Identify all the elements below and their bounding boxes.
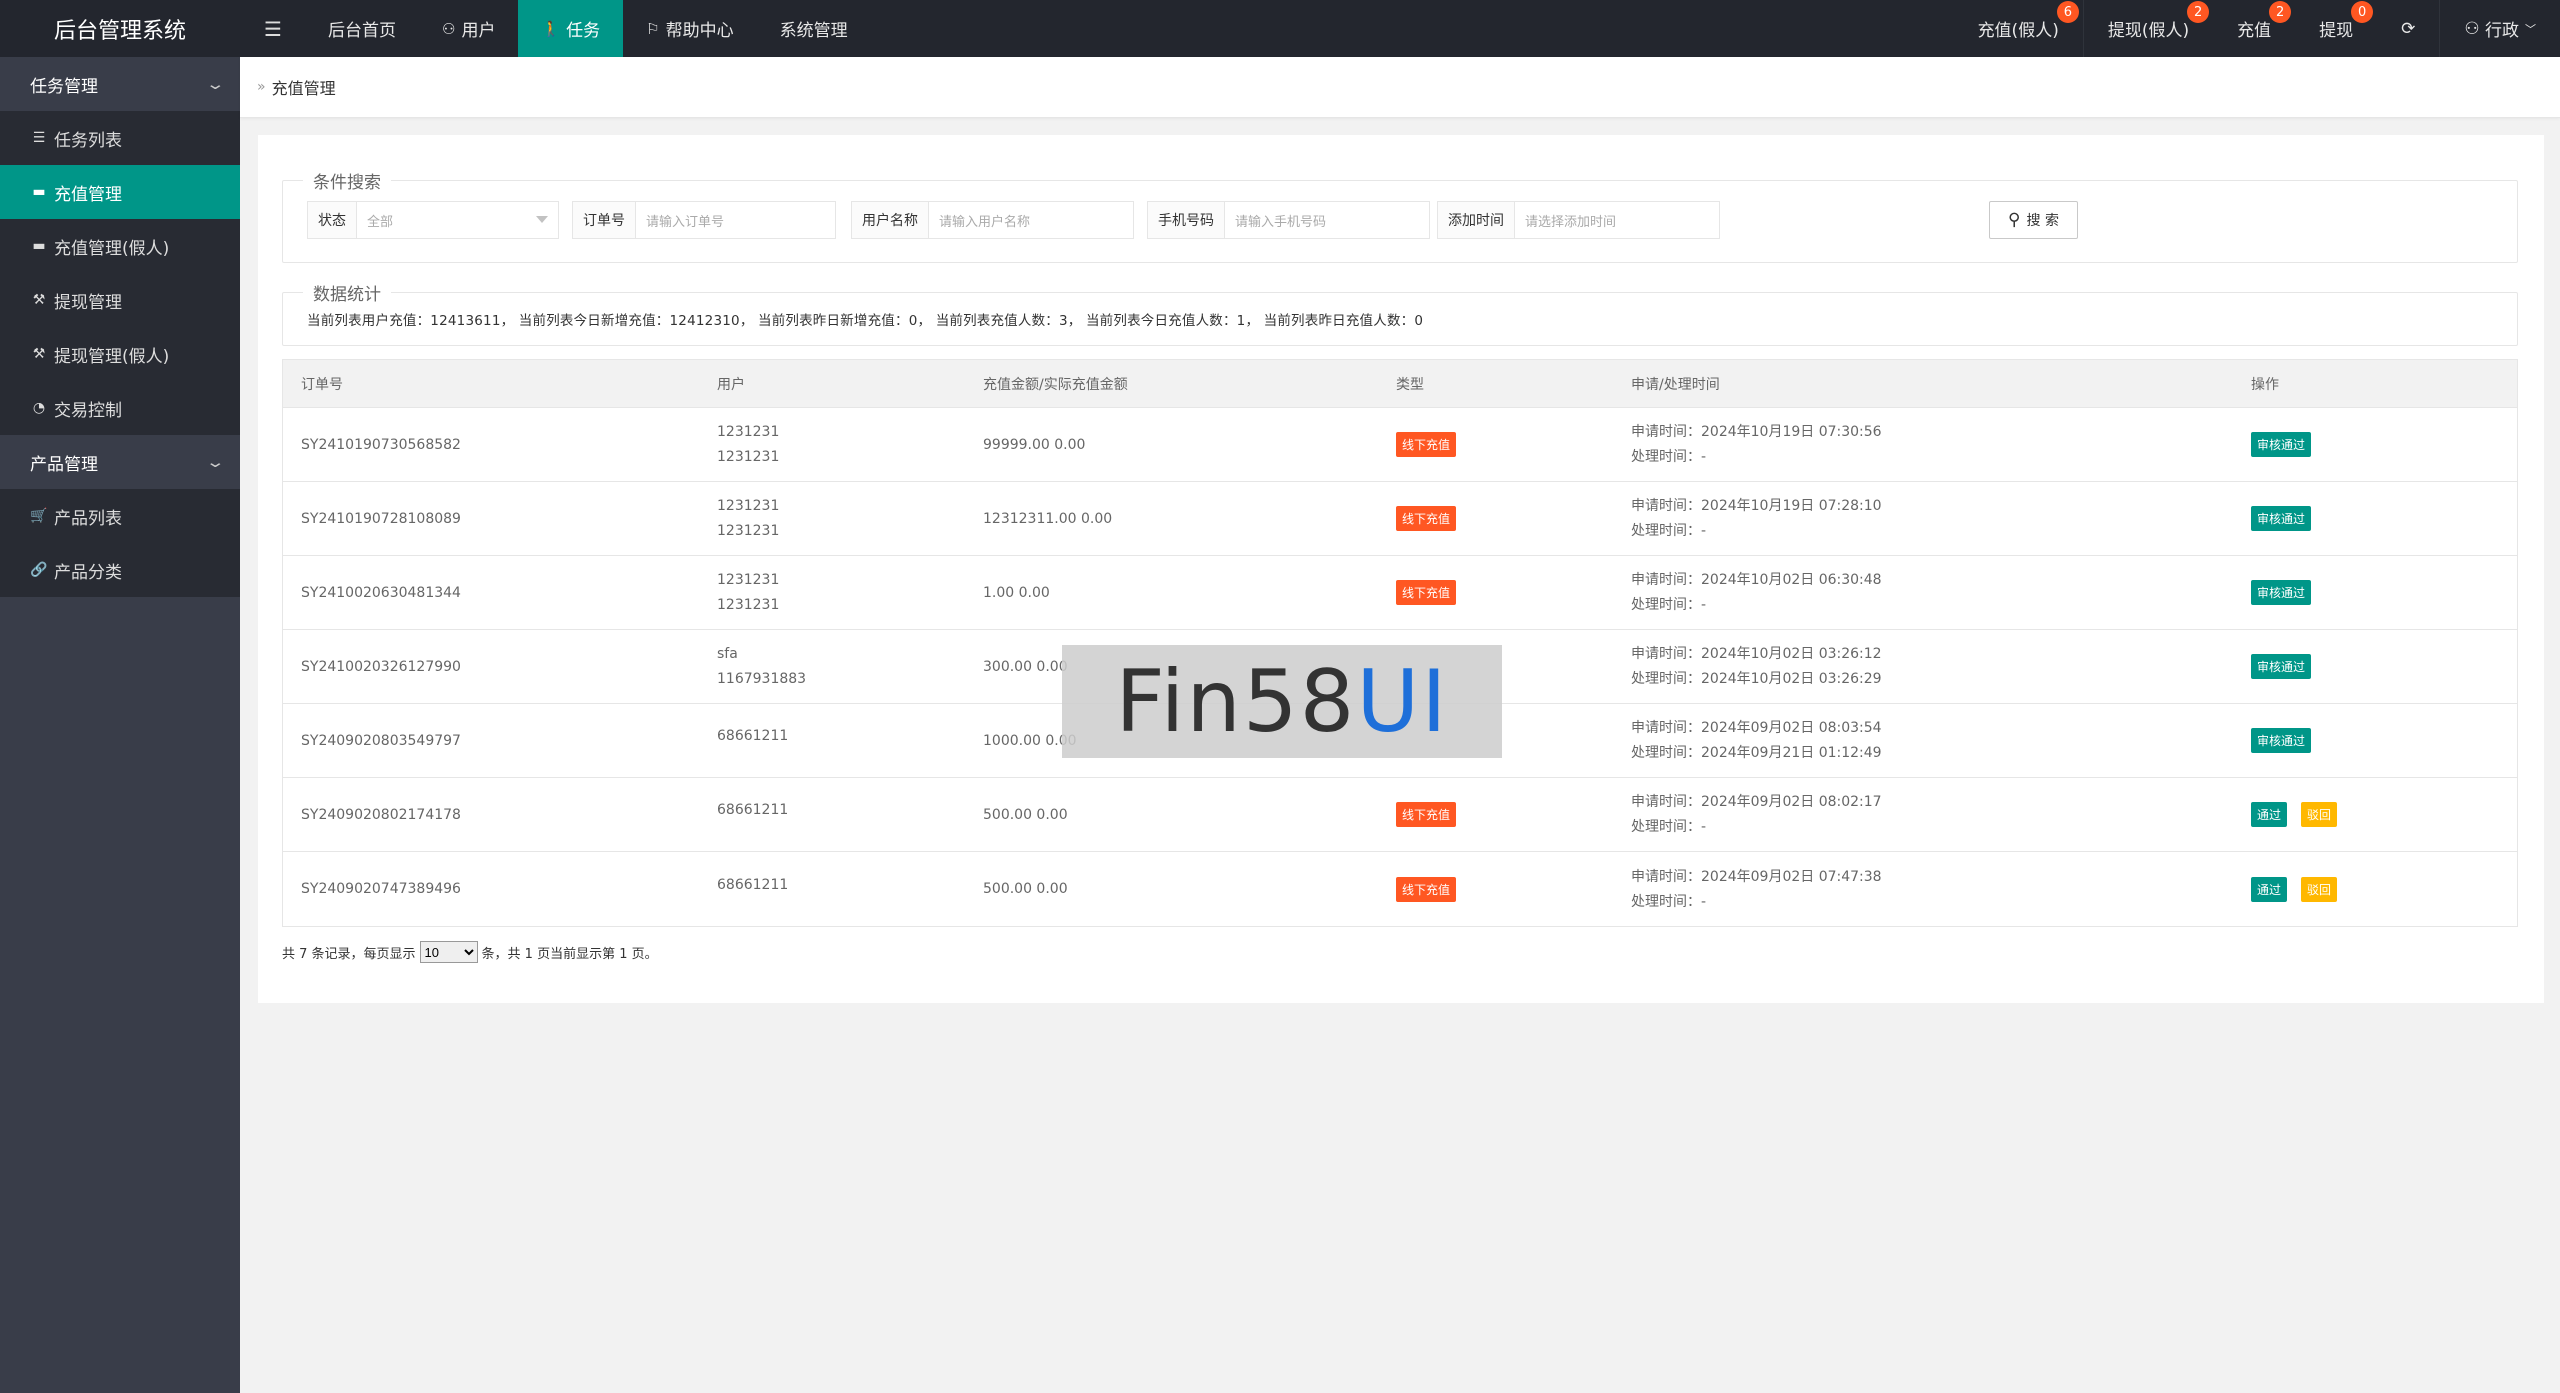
badge: 2 [2269, 1, 2292, 23]
breadcrumb-current: 充值管理 [271, 79, 336, 98]
th-user: 用户 [717, 376, 745, 393]
list-icon: ☰ [32, 130, 46, 146]
main-card: 条件搜索 状态 全部 订单号 请输入订单号 用户名称 请输入用户名称 手机号码 … [258, 135, 2544, 1003]
chat-icon: ▬ [32, 238, 46, 254]
gauge-icon: ◔ [32, 400, 46, 416]
stats-legend: 数据统计 [313, 285, 381, 305]
th-type: 类型 [1396, 376, 1424, 393]
nav-recharge-fake[interactable]: 充值(假人) 6 [1954, 0, 2083, 57]
sidebar-item-recharge[interactable]: ▬ 充值管理 [0, 165, 240, 219]
refresh-icon[interactable]: ⟳ [2377, 0, 2439, 57]
pagination: 共 7 条记录，每页显示 10 条，共 1 页当前显示第 1 页。 [282, 941, 658, 963]
sidebar-group-task[interactable]: 任务管理 ⌄ [0, 57, 240, 111]
pass-button[interactable]: 通过 [2251, 876, 2288, 902]
link-icon: 🔗 [30, 562, 48, 578]
user-icon: ⚇ [442, 19, 456, 38]
caret-down-icon [536, 216, 548, 223]
search-button[interactable]: ⚲ 搜 索 [1989, 201, 2078, 239]
nav-home[interactable]: 后台首页 [305, 0, 419, 57]
chevron-down-icon: ﹀ [2525, 22, 2536, 36]
time-field[interactable]: 添加时间 请选择添加时间 [1437, 201, 1720, 239]
page-size-select[interactable]: 10 [419, 941, 478, 963]
app-title: 后台管理系统 [53, 18, 186, 44]
table-header: 订单号 用户 充值金额/实际充值金额 类型 申请/处理时间 操作 [283, 360, 2517, 408]
sidebar-item-recharge-fake[interactable]: ▬ 充值管理(假人) [0, 219, 240, 273]
sidebar-item-product-list[interactable]: 🛒 产品列表 [0, 489, 240, 543]
sidebar-sub-task: ☰ 任务列表 ▬ 充值管理 ▬ 充值管理(假人) ⚒ 提现管理 ⚒ 提现管理(假人) ◔ 交… [0, 111, 240, 435]
breadcrumb: » 充值管理 [240, 57, 2560, 118]
hammer-icon: ⚒ [32, 346, 46, 362]
flag-icon: ⚐ [646, 19, 660, 38]
recharge-table: 订单号 用户 充值金额/实际充值金额 类型 申请/处理时间 操作 SY24101… [282, 359, 2518, 927]
walk-icon: 🚶 [541, 19, 561, 38]
user-icon: ⚇ [2464, 18, 2485, 39]
top-nav: 后台首页 ⚇ 用户 🚶 任务 ⚐ 帮助中心 系统管理 [305, 0, 871, 57]
th-amount: 充值金额/实际充值金额 [983, 376, 1128, 393]
approve-button[interactable]: 审核通过 [2251, 506, 2312, 531]
reject-button[interactable]: 驳回 [2301, 876, 2338, 902]
nav-user[interactable]: ⚇ 用户 [419, 0, 518, 57]
sidebar-item-product-category[interactable]: 🔗 产品分类 [0, 543, 240, 597]
table-row: SY2409020747389496 68661211 500.00 0.00 … [283, 852, 2517, 926]
search-legend: 条件搜索 [313, 173, 381, 193]
approve-button[interactable]: 审核通过 [2251, 580, 2312, 605]
right-nav: 充值(假人) 6 提现(假人) 2 充值 2 提现 0 ⟳ ⚇ 行政 ﹀ [1954, 0, 2560, 57]
type-tag: 线下充值 [1396, 802, 1457, 827]
double-chevron-icon: » [257, 79, 266, 95]
menu-toggle-icon[interactable]: ☰ [258, 14, 288, 44]
username-field[interactable]: 用户名称 请输入用户名称 [851, 201, 1134, 239]
sidebar-item-withdraw-fake[interactable]: ⚒ 提现管理(假人) [0, 327, 240, 381]
nav-withdraw-fake[interactable]: 提现(假人) 2 [2082, 0, 2213, 57]
status-select[interactable]: 状态 全部 [307, 201, 559, 239]
badge: 0 [2351, 1, 2374, 23]
hammer-icon: ⚒ [32, 292, 46, 308]
th-order: 订单号 [301, 376, 343, 393]
sidebar-item-task-list[interactable]: ☰ 任务列表 [0, 111, 240, 165]
table-row: SY2410020630481344 1231231 1231231 1.00 0… [283, 556, 2517, 630]
chevron-down-icon: ⌄ [205, 453, 226, 471]
sidebar-group-product[interactable]: 产品管理 ⌄ [0, 435, 240, 489]
th-actions: 操作 [2251, 376, 2279, 393]
table-row: SY2410190728108089 1231231 1231231 123123… [283, 482, 2517, 556]
nav-withdraw[interactable]: 提现 0 [2295, 0, 2377, 57]
phone-field[interactable]: 手机号码 请输入手机号码 [1147, 201, 1430, 239]
order-field[interactable]: 订单号 请输入订单号 [572, 201, 836, 239]
table-row: SY2409020802174178 68661211 500.00 0.00 … [283, 778, 2517, 852]
nav-admin[interactable]: ⚇ 行政 ﹀ [2439, 0, 2560, 57]
approve-button[interactable]: 审核通过 [2251, 654, 2312, 679]
nav-task[interactable]: 🚶 任务 [518, 0, 624, 57]
watermark: Fin58 UI [1062, 645, 1502, 758]
approve-button[interactable]: 审核通过 [2251, 728, 2312, 753]
sidebar-item-trade-control[interactable]: ◔ 交易控制 [0, 381, 240, 435]
table-row: SY2410190730568582 1231231 1231231 99999.… [283, 408, 2517, 482]
reject-button[interactable]: 驳回 [2301, 802, 2338, 827]
sidebar-item-withdraw[interactable]: ⚒ 提现管理 [0, 273, 240, 327]
nav-help[interactable]: ⚐ 帮助中心 [623, 0, 756, 57]
approve-button[interactable]: 审核通过 [2251, 432, 2312, 457]
pass-button[interactable]: 通过 [2251, 802, 2288, 827]
chevron-down-icon: ⌄ [205, 75, 226, 93]
badge: 6 [2056, 1, 2079, 23]
badge: 2 [2187, 1, 2210, 23]
nav-recharge[interactable]: 充值 2 [2213, 0, 2295, 57]
stats-text: 当前列表用户充值：12413611， 当前列表今日新增充值：12412310， … [307, 313, 1424, 329]
type-tag: 线下充值 [1396, 432, 1457, 457]
search-icon: ⚲ [2008, 210, 2021, 230]
cart-icon: 🛒 [30, 508, 48, 524]
nav-system[interactable]: 系统管理 [757, 0, 871, 57]
type-tag: 线下充值 [1396, 580, 1457, 605]
sidebar: 任务管理 ⌄ ☰ 任务列表 ▬ 充值管理 ▬ 充值管理(假人) ⚒ 提现管理 ⚒ 提现管理(… [0, 57, 240, 1393]
type-tag: 线下充值 [1396, 876, 1457, 902]
top-header: 后台管理系统 ☰ 后台首页 ⚇ 用户 🚶 任务 ⚐ 帮助中心 系统管理 充值(假人) 6… [0, 0, 2560, 57]
sidebar-sub-product: 🛒 产品列表 🔗 产品分类 [0, 489, 240, 597]
type-tag: 线下充值 [1396, 506, 1457, 531]
chat-icon: ▬ [32, 184, 46, 200]
th-time: 申请/处理时间 [1631, 376, 1720, 393]
